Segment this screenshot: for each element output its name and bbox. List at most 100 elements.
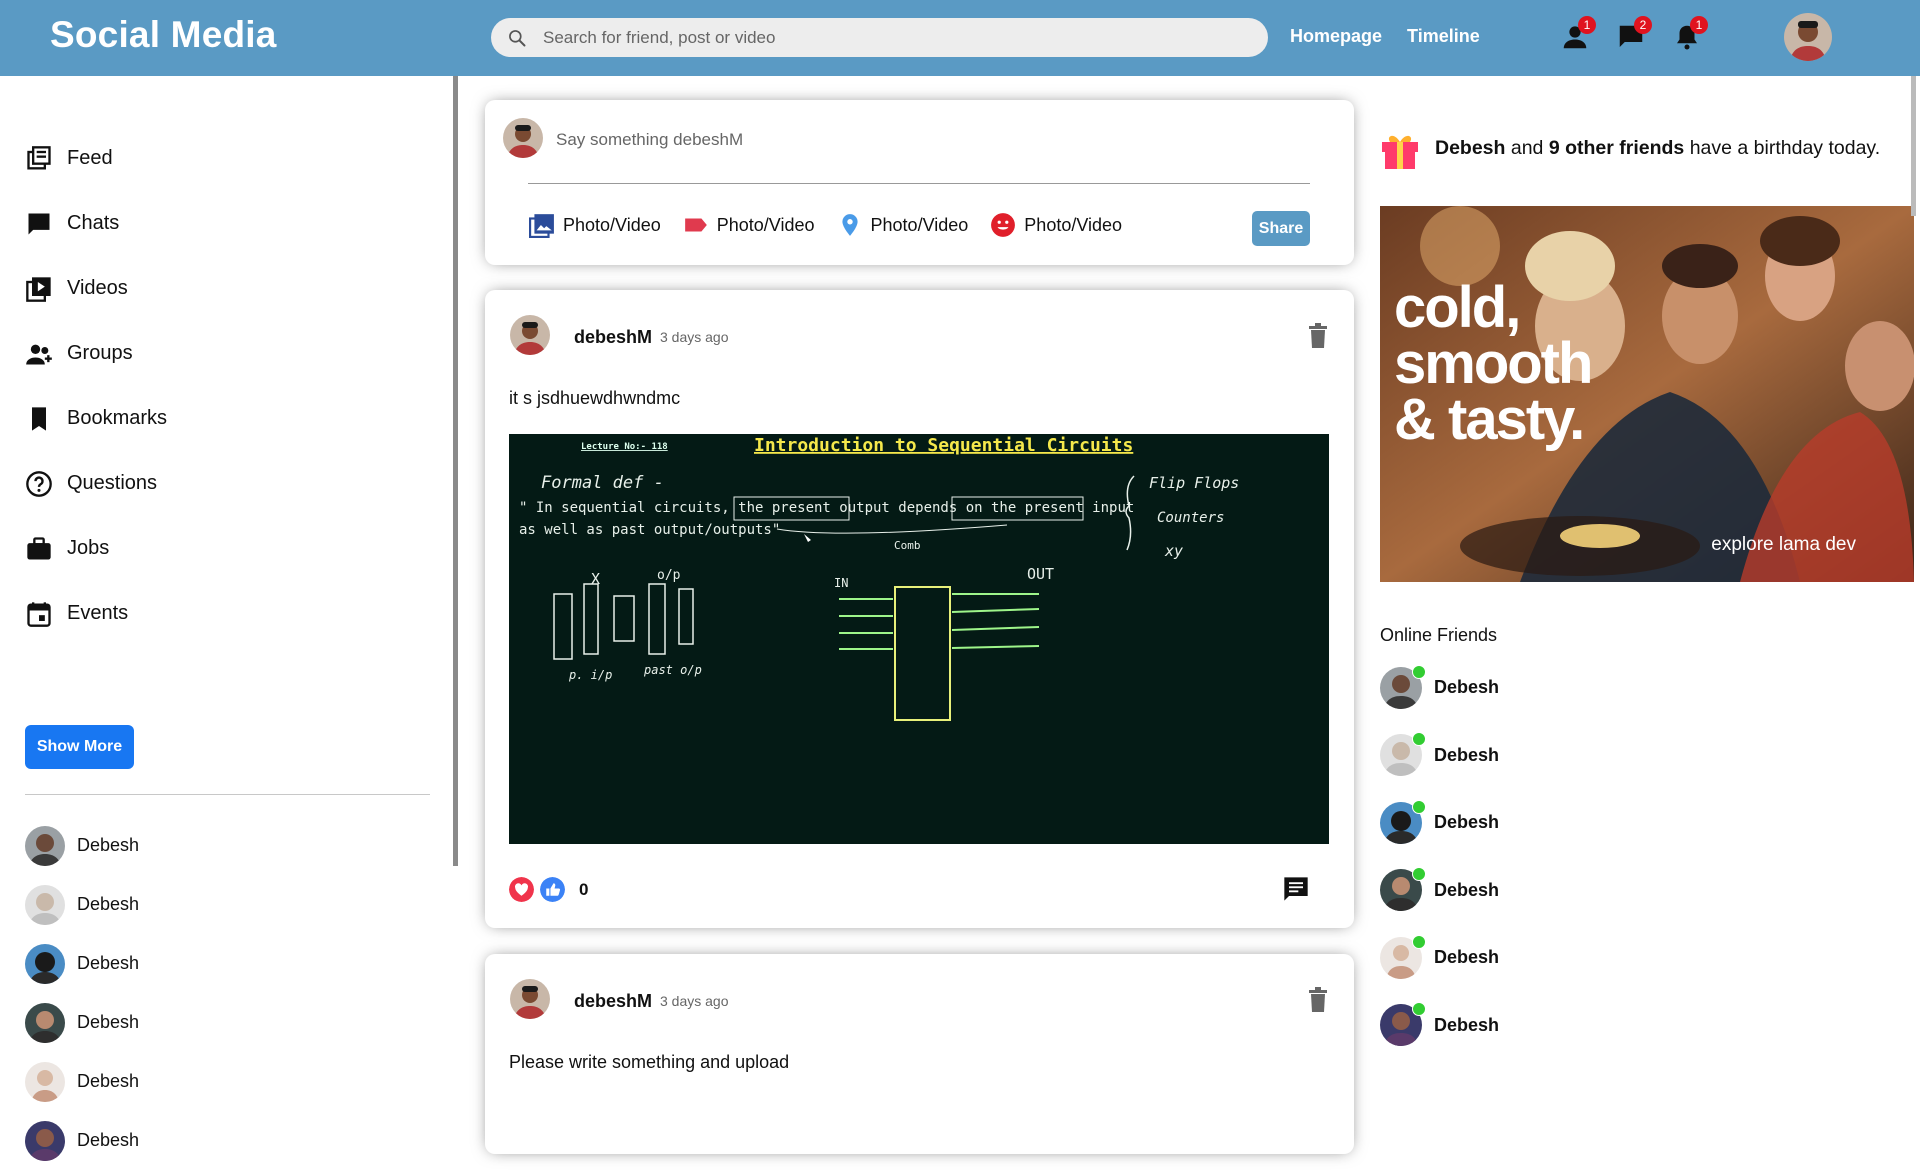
online-friend[interactable]: Debesh	[1380, 992, 1499, 1060]
online-indicator	[1412, 799, 1426, 814]
ad-footer: explore lama dev	[1711, 534, 1856, 555]
svg-text:o/p: o/p	[657, 568, 681, 583]
sidebar-item-groups[interactable]: Groups	[25, 321, 167, 386]
friend-requests-button[interactable]: 1	[1560, 16, 1596, 52]
birthday-and: and	[1505, 136, 1549, 159]
friend-name: Debesh	[77, 894, 140, 914]
like-count: 0	[579, 879, 589, 899]
share-option-label: Photo/Video	[870, 214, 969, 235]
post-date: 3 days ago	[660, 993, 729, 1009]
notifications-badge: 1	[1690, 16, 1708, 34]
birthday-name: Debesh	[1435, 136, 1506, 159]
avatar	[503, 118, 543, 158]
friend-name: Debesh	[1434, 812, 1500, 833]
friend-requests-badge: 1	[1578, 16, 1596, 34]
notifications-button[interactable]: 1	[1672, 16, 1708, 52]
online-friend[interactable]: Debesh	[1380, 924, 1499, 992]
online-friend[interactable]: Debesh	[1380, 789, 1499, 857]
sidebar-item-label: Chats	[67, 212, 120, 234]
heart-reaction-icon[interactable]	[509, 877, 534, 902]
sidebar-item-bookmarks[interactable]: Bookmarks	[25, 386, 167, 451]
friend-name: Debesh	[1434, 947, 1500, 968]
sidebar-item-questions[interactable]: Questions	[25, 451, 167, 516]
share-option-photo[interactable]: Photo/Video	[529, 212, 661, 238]
sidebar-item-chats[interactable]: Chats	[25, 191, 167, 256]
ad-slogan-line: cold,	[1394, 275, 1521, 340]
profile-avatar[interactable]	[1784, 13, 1832, 61]
share-option-tag[interactable]: Photo/Video	[683, 212, 815, 238]
share-button[interactable]: Share	[1252, 211, 1310, 246]
feed-icon	[27, 145, 51, 169]
post-date: 3 days ago	[660, 329, 729, 345]
avatar	[25, 943, 65, 984]
homepage-link[interactable]: Homepage	[1290, 26, 1382, 47]
friend-name: Debesh	[77, 953, 140, 973]
friend-item[interactable]: Debesh	[25, 1052, 139, 1111]
like-reaction-icon[interactable]	[540, 877, 565, 902]
friend-name: Debesh	[1434, 677, 1500, 698]
sidebar-item-label: Bookmarks	[67, 407, 168, 429]
sidebar-item-jobs[interactable]: Jobs	[25, 516, 167, 581]
location-icon	[841, 214, 858, 236]
friend-item[interactable]: Debesh	[25, 816, 139, 875]
sidebar-item-feed[interactable]: Feed	[25, 126, 167, 191]
sidebar-item-label: Groups	[67, 342, 133, 364]
bookmark-icon	[32, 406, 46, 431]
share-card: Say something debeshM Photo/Video Photo/…	[485, 100, 1354, 265]
friend-item[interactable]: Debesh	[25, 934, 139, 993]
post-text: it s jsdhuewdhwndmc	[509, 388, 681, 408]
search-input[interactable]	[543, 27, 1243, 48]
messages-badge: 2	[1634, 16, 1652, 34]
logo[interactable]: Social Media	[50, 14, 277, 56]
post-username[interactable]: debeshM	[574, 327, 652, 348]
post-text: Please write something and upload	[509, 1052, 790, 1072]
post-card: debeshM 3 days ago it s jsdhuewdhwndmc L…	[485, 290, 1354, 928]
birthday-text: have a birthday today.	[1684, 136, 1881, 159]
sidebar-item-events[interactable]: Events	[25, 581, 167, 646]
sidebar-scrollbar[interactable]	[453, 76, 458, 866]
photo-icon	[529, 214, 554, 238]
label-icon	[684, 218, 707, 232]
friend-name: Debesh	[1434, 744, 1500, 765]
friend-name: Debesh	[77, 1012, 140, 1032]
friend-item[interactable]: Debesh	[25, 993, 139, 1052]
share-option-label: Photo/Video	[716, 214, 815, 235]
online-indicator	[1412, 664, 1426, 679]
search-bar[interactable]	[491, 18, 1268, 57]
topbar: Social Media Homepage Timeline 1 2 1	[0, 0, 1920, 76]
page-scrollbar[interactable]	[1911, 76, 1916, 216]
birthday-notice: Debesh and 9 other friends have a birthd…	[1380, 126, 1880, 170]
ad-banner[interactable]: cold, smooth & tasty. explore lama dev	[1380, 206, 1914, 582]
emoji-icon	[991, 213, 1016, 237]
friend-name: Debesh	[77, 1130, 140, 1150]
share-option-label: Photo/Video	[563, 214, 661, 235]
online-friend[interactable]: Debesh	[1380, 722, 1499, 790]
timeline-link[interactable]: Timeline	[1407, 26, 1480, 47]
post-username[interactable]: debeshM	[574, 991, 652, 1012]
messages-button[interactable]: 2	[1616, 16, 1652, 52]
avatar[interactable]	[510, 315, 550, 355]
trash-icon[interactable]	[1306, 987, 1330, 1013]
online-indicator	[1412, 867, 1426, 882]
share-option-location[interactable]: Photo/Video	[837, 212, 969, 238]
avatar[interactable]	[510, 979, 550, 1019]
friend-item[interactable]: Debesh	[25, 875, 139, 934]
briefcase-icon	[27, 536, 51, 559]
show-more-button[interactable]: Show More	[25, 725, 134, 769]
trash-icon[interactable]	[1306, 323, 1330, 349]
share-input[interactable]: Say something debeshM	[556, 130, 743, 150]
sidebar-item-videos[interactable]: Videos	[25, 256, 167, 321]
post-image[interactable]: Lecture No:- 118 Introduction to Sequent…	[509, 434, 1329, 844]
share-option-feeling[interactable]: Photo/Video	[990, 212, 1122, 238]
formal-def: Formal def -	[541, 473, 664, 493]
sidebar-item-label: Feed	[67, 147, 113, 169]
friend-item[interactable]: Debesh	[25, 1111, 139, 1170]
online-friend[interactable]: Debesh	[1380, 654, 1499, 722]
comment-icon[interactable]	[1282, 875, 1310, 903]
online-indicator	[1412, 1002, 1426, 1017]
ad-slogan-line: smooth	[1394, 331, 1593, 396]
online-friend[interactable]: Debesh	[1380, 857, 1499, 925]
sidebar-friend-list: Debesh Debesh Debesh Debesh Debesh Debes…	[25, 816, 139, 1170]
sidebar-item-label: Jobs	[67, 537, 110, 559]
sidebar-item-label: Videos	[67, 277, 128, 299]
